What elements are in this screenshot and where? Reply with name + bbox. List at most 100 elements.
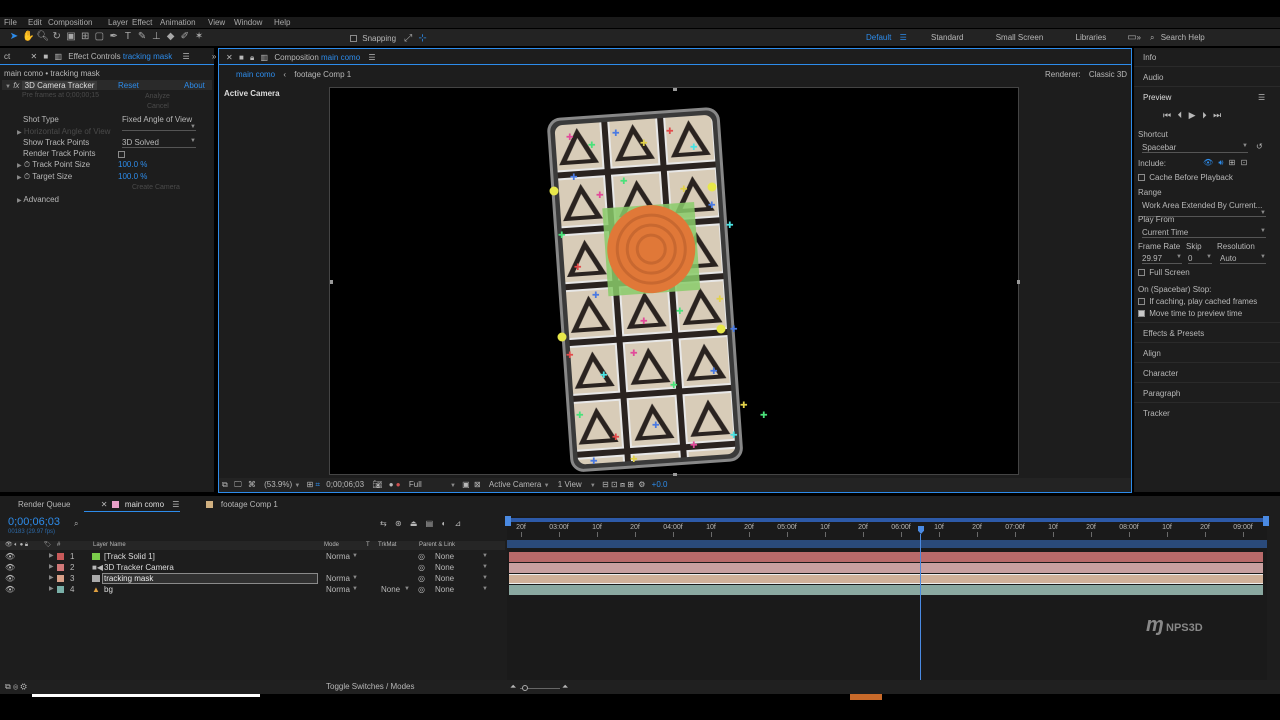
cancel-button[interactable]: Cancel <box>147 103 169 110</box>
composition-tab[interactable]: Composition <box>274 53 318 62</box>
timeline-timecode[interactable]: 0;00;06;03 <box>8 516 60 528</box>
menu-effect[interactable]: Effect <box>132 17 152 28</box>
track-point-size-value[interactable]: 100.0 % <box>118 160 147 169</box>
expand-triangle-icon[interactable]: ▶ <box>17 163 22 169</box>
target-size-value[interactable]: 100.0 % <box>118 172 147 181</box>
snapping-checkbox[interactable] <box>350 35 357 43</box>
analyze-button[interactable]: Analyze <box>145 93 170 100</box>
workspace-small-screen[interactable]: Small Screen <box>996 33 1044 42</box>
layer-name[interactable]: bg <box>104 584 113 595</box>
layer-label-color[interactable] <box>57 586 64 593</box>
search-help[interactable]: ⌕ Search Help <box>1150 33 1205 43</box>
menu-composition[interactable]: Composition <box>48 17 92 28</box>
layer-name[interactable]: [Track Solid 1] <box>104 551 155 562</box>
expand-triangle-icon[interactable]: ▶ <box>17 130 22 136</box>
effects-presets-header[interactable]: Effects & Presets <box>1143 329 1204 338</box>
pick-whip-icon[interactable]: ◎ <box>418 551 425 562</box>
t-header[interactable]: T <box>366 541 370 550</box>
effect-name[interactable]: 3D Camera Tracker <box>21 81 98 90</box>
composition-tab-target[interactable]: main como <box>321 53 360 62</box>
draft-3d-icon[interactable]: ⊛ <box>395 519 402 528</box>
current-time-display[interactable]: 0;00;06;03 <box>326 480 364 489</box>
expand-triangle-icon[interactable]: ▶ <box>49 584 54 595</box>
last-frame-icon[interactable]: ⏭ <box>1213 110 1221 120</box>
lock-icon[interactable]: 🔒︎ <box>25 542 28 548</box>
draft-3d-icon[interactable]: ⧈ <box>620 480 625 489</box>
layer-row[interactable]: 👁︎ ▶ 4 ▲ bg Norma ▼ None ▼ ◎ None ▼ <box>0 584 505 595</box>
resolution-dropdown[interactable]: Auto ▼ <box>1220 254 1266 264</box>
layer-mode-dropdown[interactable]: Norma <box>326 584 350 595</box>
color-channel-icon[interactable]: ● <box>396 480 401 489</box>
clone-stamp-tool-icon[interactable]: ⊥ <box>150 31 162 43</box>
play-icon[interactable]: ▶ <box>1189 110 1196 120</box>
subtab-footage-comp[interactable]: footage Comp 1 <box>294 70 351 79</box>
play-from-dropdown[interactable]: Current Time ▼ <box>1142 228 1266 238</box>
layer-mode-dropdown[interactable]: Norma <box>326 573 350 584</box>
subtab-main-como[interactable]: main como <box>236 70 275 79</box>
transfer-controls-icon[interactable]: ⊜ <box>13 682 18 691</box>
full-screen[interactable]: Full Screen <box>1138 268 1190 277</box>
layer-parent-dropdown[interactable]: None <box>435 562 454 573</box>
playhead-line[interactable] <box>920 534 921 680</box>
toggle-pixel-aspect-icon[interactable]: ⊟ <box>602 480 609 489</box>
workspace-default[interactable]: Default <box>866 33 891 42</box>
fast-previews-icon[interactable]: ⊡ <box>611 480 618 489</box>
monitor-icon[interactable]: 🖵 <box>234 480 242 489</box>
rotate-tool-icon[interactable]: ↻ <box>51 31 63 43</box>
panel-menu-icon[interactable]: ☰ <box>182 52 189 61</box>
layer-parent-dropdown[interactable]: None <box>435 551 454 562</box>
layer-duration-bar[interactable] <box>509 585 1263 595</box>
shortcut-dropdown[interactable]: Spacebar ▼ <box>1142 143 1248 153</box>
visibility-eye-icon[interactable]: 👁︎ <box>5 584 15 595</box>
label-icon[interactable]: 🏷︎ <box>44 542 52 548</box>
effect-controls-tab-target[interactable]: tracking mask <box>123 52 172 61</box>
layer-duration-bar[interactable] <box>509 563 1263 573</box>
solo-icon[interactable]: ● <box>20 542 24 548</box>
frame-blending-icon[interactable]: ▤ <box>426 519 434 528</box>
layer-mode-dropdown[interactable]: Norma <box>326 551 350 562</box>
tracker-header[interactable]: Tracker <box>1143 409 1170 418</box>
layer-name[interactable]: tracking mask <box>104 573 153 584</box>
layer-label-color[interactable] <box>57 575 64 582</box>
workspace-standard[interactable]: Standard <box>931 33 963 42</box>
expand-triangle-icon[interactable]: ▼ <box>5 84 11 90</box>
brush-tool-icon[interactable]: ✎ <box>136 31 148 43</box>
menu-layer[interactable]: Layer <box>108 17 128 28</box>
render-track-points-checkbox[interactable] <box>118 150 125 159</box>
pick-whip-icon[interactable]: ◎ <box>418 562 425 573</box>
layer-duration-bar[interactable] <box>509 552 1263 562</box>
move-time-option[interactable]: Move time to preview time <box>1138 309 1242 318</box>
shy-layers-icon[interactable]: ⏏ <box>410 519 418 528</box>
fx-icon[interactable]: fx <box>13 81 19 90</box>
layer-row[interactable]: 👁︎ ▶ 2 ■◀ 3D Tracker Camera ◎ None ▼ <box>0 562 505 573</box>
composition-viewer[interactable]: ✚ ✚ ✚ ✚ ✚ ✚ ✚ ✚ ✚ ✚ ✚ ✚ ✚ ✚ ✚ ✚ ✚ ✚ ✚ ✚ ✚ ✚ ✚ ✚ ✚ ✚ ✚ ✚ ✚ ✚ … <box>329 87 1020 476</box>
reset-link[interactable]: Reset <box>118 81 139 90</box>
mode-header[interactable]: Mode <box>324 541 339 550</box>
work-area-bar[interactable] <box>507 518 1267 522</box>
expand-triangle-icon[interactable]: ▶ <box>49 551 54 562</box>
info-panel-header[interactable]: Info <box>1143 53 1156 62</box>
reset-shortcut-icon[interactable]: ↺ <box>1256 142 1263 151</box>
zoom-dropdown[interactable]: (53.9%) <box>264 480 292 489</box>
panel-menu-icon[interactable]: ☰ <box>1258 93 1265 102</box>
exposure-value[interactable]: +0.0 <box>652 480 668 489</box>
panel-menu-icon[interactable]: ☰ <box>368 53 375 62</box>
panel-overflow-icon[interactable]: » <box>212 52 216 61</box>
stopwatch-icon[interactable]: ⏱ <box>24 172 30 181</box>
first-frame-icon[interactable]: ⏮ <box>1163 110 1171 120</box>
lock-icon[interactable]: ■ <box>43 52 48 61</box>
menu-file[interactable]: File <box>4 17 17 28</box>
panel-close-icon[interactable]: ct <box>4 52 10 61</box>
menu-animation[interactable]: Animation <box>160 17 196 28</box>
layer-label-color[interactable] <box>57 564 64 571</box>
lock-toggle-icon[interactable]: 🔒︎ <box>250 53 254 62</box>
region-icon[interactable]: ⌗ <box>316 480 321 489</box>
create-camera-button[interactable]: Create Camera <box>132 184 180 191</box>
layer-trkmat-dropdown[interactable]: None <box>381 584 400 595</box>
hand-tool-icon[interactable]: ✋ <box>22 31 34 43</box>
character-header[interactable]: Character <box>1143 369 1178 378</box>
camera-view-dropdown[interactable]: Active Camera <box>489 480 541 489</box>
mask-visibility-icon[interactable]: ⌘ <box>248 480 256 489</box>
tab-close-icon[interactable]: ✕ <box>30 52 37 61</box>
layer-parent-dropdown[interactable]: None <box>435 584 454 595</box>
